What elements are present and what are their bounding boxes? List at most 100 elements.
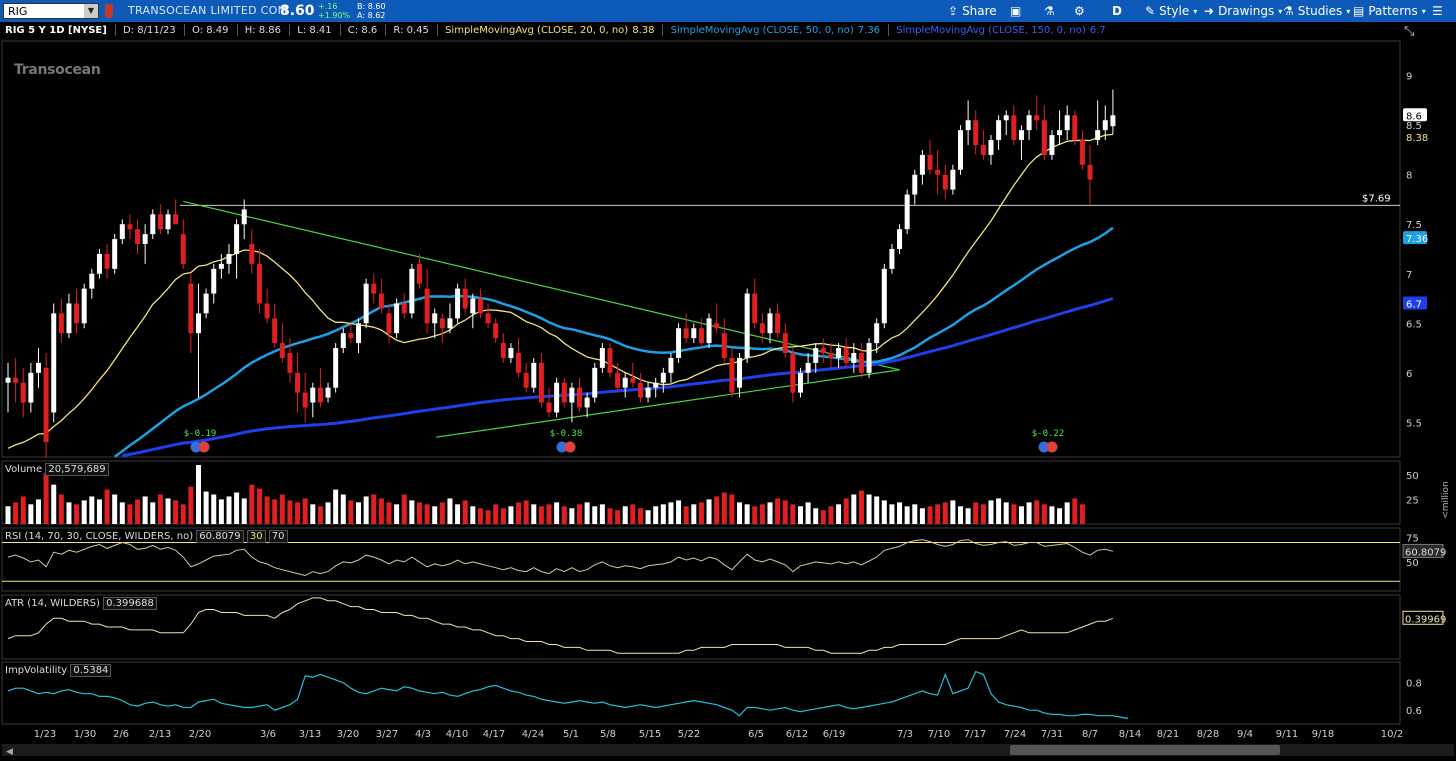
volume-title: Volume (5, 464, 43, 475)
volume-label[interactable]: Volume 20,579,689 (5, 463, 109, 476)
x-tick: 5/22 (678, 729, 700, 740)
candle (691, 323, 697, 344)
rsi-line (7, 539, 1114, 577)
candle-body (630, 377, 636, 383)
candle-body (752, 293, 758, 324)
candle (340, 328, 346, 353)
price-tick: 7.5 (1406, 220, 1422, 231)
price-tick: 7 (1406, 270, 1412, 281)
volume-bar (988, 500, 994, 524)
volume-bar (249, 484, 255, 524)
candle-body (965, 120, 971, 131)
candle-body (683, 328, 689, 339)
volume-bar (828, 506, 834, 524)
volume-bar (958, 506, 963, 524)
volume-bar (577, 504, 582, 524)
candle (500, 333, 506, 363)
candle (234, 219, 240, 279)
atr-label[interactable]: ATR (14, WILDERS) 0.399688 (5, 597, 157, 610)
candle-body (1064, 115, 1070, 131)
candle-body (1041, 120, 1047, 155)
volume-bar (752, 506, 758, 524)
volume-bar (759, 504, 765, 524)
candle-body (13, 377, 19, 383)
candle (409, 263, 415, 319)
candle (112, 234, 118, 274)
volume-bar (637, 508, 643, 524)
rsi-label[interactable]: RSI (14, 70, 30, CLOSE, WILDERS, no) 60.… (5, 530, 288, 543)
candle (805, 353, 811, 383)
volume-bar (500, 508, 506, 524)
volume-bar (538, 506, 544, 524)
candle-body (615, 372, 621, 388)
x-tick: 8/21 (1157, 729, 1179, 740)
candle-body (477, 298, 483, 314)
candle-body (74, 303, 80, 324)
atr-title: ATR (14, WILDERS) (5, 598, 100, 609)
x-tick: 6/5 (748, 729, 764, 740)
dividend-label: $-0.19 (184, 429, 217, 439)
candle-body (409, 268, 415, 314)
volume-bar (820, 510, 826, 524)
candle (866, 338, 872, 378)
volume-bar (317, 506, 323, 524)
candle-body (5, 377, 11, 383)
candle (256, 249, 262, 314)
iv-tick: 0.6 (1406, 706, 1422, 717)
candle-body (340, 333, 346, 349)
candle-body (729, 357, 735, 393)
x-tick: 7/17 (964, 729, 986, 740)
volume-bar (554, 502, 560, 524)
candle-body (28, 372, 34, 403)
candle-body (249, 244, 255, 264)
candle (676, 323, 682, 363)
sma50-tag: 7.36 (1406, 234, 1428, 245)
candle (927, 140, 933, 175)
volume-bar (592, 506, 598, 524)
volume-bar (897, 502, 903, 524)
candle (607, 343, 613, 378)
volume-bar (35, 499, 41, 524)
candle-body (927, 154, 933, 170)
candle (485, 303, 491, 329)
volume-bar (996, 498, 1002, 524)
volume-bar (691, 504, 697, 524)
candle (950, 164, 956, 195)
iv-tick: 0.8 (1406, 679, 1422, 690)
iv-label[interactable]: ImpVolatility 0.5384 (5, 664, 112, 677)
candle-body (508, 348, 514, 358)
candle (1011, 105, 1017, 145)
candle-body (43, 367, 49, 443)
volume-bar (43, 472, 49, 524)
candle-body (706, 318, 712, 344)
x-tick: 3/27 (376, 729, 398, 740)
volume-bar (295, 502, 301, 524)
candle-body (485, 313, 491, 324)
candle-body (942, 174, 948, 190)
volume-bar (531, 504, 537, 524)
candle-body (676, 328, 682, 358)
x-tick: 4/24 (522, 729, 544, 740)
price-chart[interactable]: $7.69$-0.19 $-0.38 $-0.22 98.587.576.565.5… (0, 0, 1456, 761)
candle (1049, 130, 1055, 160)
candle-body (279, 343, 285, 358)
dividend-label: $-0.38 (550, 429, 583, 439)
candle (1079, 130, 1085, 170)
candle (477, 288, 483, 319)
candle (74, 288, 80, 334)
volume-bar (980, 504, 986, 524)
volume-tick: 25 (1406, 495, 1419, 506)
candle-body (996, 120, 1002, 141)
candle-body (211, 268, 217, 294)
volume-bar (645, 510, 651, 524)
candle (295, 353, 301, 413)
candle-body (256, 263, 262, 304)
volume-bar (630, 504, 636, 524)
support-trendline (435, 369, 900, 438)
volume-bar (523, 500, 529, 524)
x-tick: 9/11 (1276, 729, 1298, 740)
volume-bar (676, 500, 682, 524)
candle-body (698, 328, 704, 344)
x-tick: 4/3 (415, 729, 431, 740)
candle (470, 293, 476, 329)
